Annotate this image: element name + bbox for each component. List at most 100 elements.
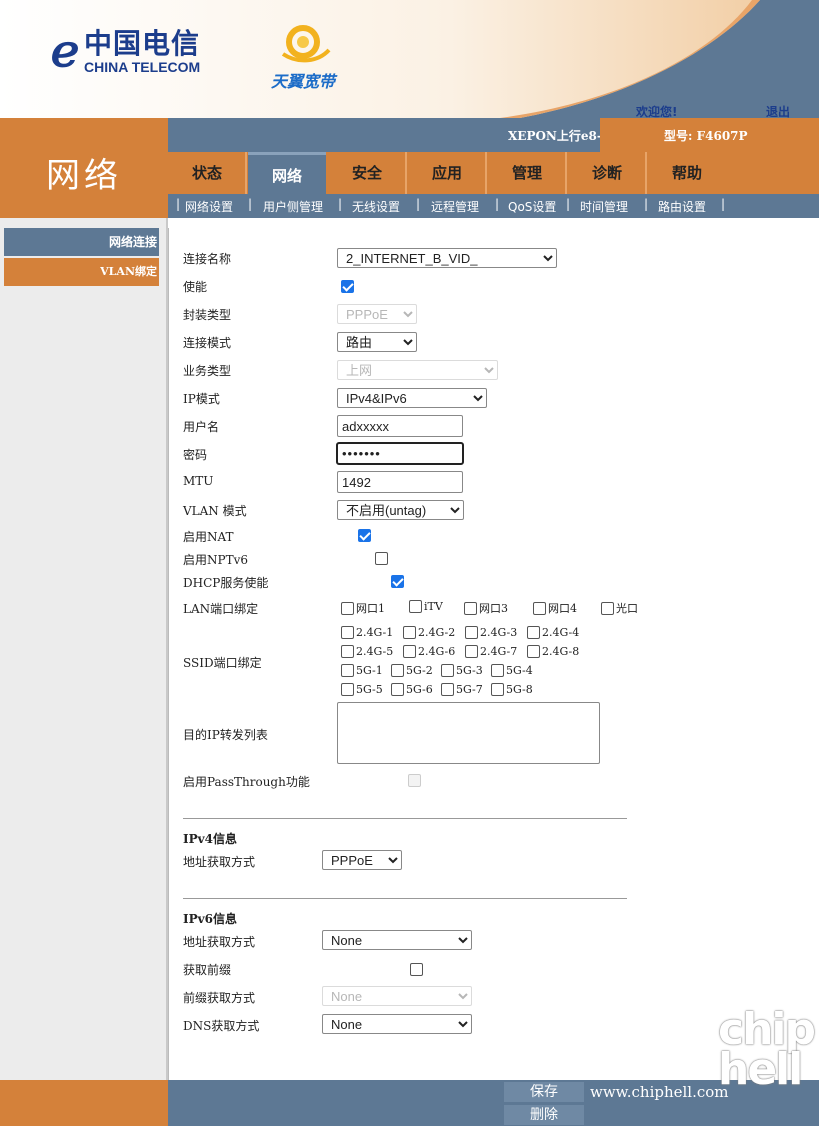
- passthrough-checkbox[interactable]: [408, 774, 422, 787]
- ssid-24-5[interactable]: 2.4G-5: [341, 645, 393, 658]
- ipv6-addr-select[interactable]: None: [322, 930, 472, 950]
- menu-vlan-binding[interactable]: VLAN绑定: [4, 258, 159, 286]
- password-input[interactable]: [336, 442, 464, 465]
- tab-label: 管理: [511, 164, 542, 182]
- ssid-5-6[interactable]: 5G-6: [391, 683, 433, 696]
- lan-port-1[interactable]: 网口1: [341, 600, 385, 616]
- ipmode-select[interactable]: IPv4&IPv6: [337, 388, 487, 408]
- lan-port-3[interactable]: 网口3: [464, 600, 508, 616]
- subnav-user-side[interactable]: 用户侧管理: [263, 198, 323, 215]
- nptv6-checkbox[interactable]: [374, 552, 388, 565]
- tab-security[interactable]: 安全: [328, 152, 407, 194]
- tab-diagnose[interactable]: 诊断: [568, 152, 647, 194]
- prefix-label: 获取前缀: [183, 963, 232, 977]
- ipv4-title: IPv4信息: [183, 832, 237, 846]
- section-divider: [183, 898, 627, 899]
- conn-mode-label: 连接模式: [183, 336, 232, 350]
- nptv6-label: 启用NPTv6: [183, 553, 248, 567]
- ssid-5-2[interactable]: 5G-2: [391, 664, 433, 677]
- delete-button[interactable]: 删除: [504, 1105, 584, 1125]
- ssid-5-3[interactable]: 5G-3: [441, 664, 483, 677]
- lan-port-label: 网口3: [479, 602, 508, 615]
- lan-bind-label: LAN端口绑定: [183, 602, 259, 616]
- sub-brand: 天翼宽带: [270, 72, 335, 91]
- encap-select[interactable]: PPPoE: [337, 304, 417, 324]
- tab-manage[interactable]: 管理: [488, 152, 567, 194]
- ssid-24-3[interactable]: 2.4G-3: [465, 626, 517, 639]
- subnav-time[interactable]: 时间管理: [580, 198, 628, 215]
- ssid-5-4[interactable]: 5G-4: [491, 664, 533, 677]
- subnav-wireless[interactable]: 无线设置: [352, 198, 400, 215]
- ssid-24-6[interactable]: 2.4G-6: [403, 645, 455, 658]
- subnav-routing[interactable]: 路由设置: [658, 198, 706, 215]
- tab-label: 状态: [191, 164, 222, 182]
- header: ℯ 中国电信 CHINA TELECOM 天翼宽带 欢迎您! 退出: [0, 0, 819, 118]
- ssid-24-8[interactable]: 2.4G-8: [527, 645, 579, 658]
- conn-name-select[interactable]: 2_INTERNET_B_VID_: [337, 248, 557, 268]
- tab-status[interactable]: 状态: [168, 152, 247, 194]
- brand-en: CHINA TELECOM: [84, 59, 201, 75]
- tab-apps[interactable]: 应用: [408, 152, 487, 194]
- dest-ip-textarea[interactable]: [337, 702, 600, 764]
- ssid-24-7[interactable]: 2.4G-7: [465, 645, 517, 658]
- ssid-24-2[interactable]: 2.4G-2: [403, 626, 455, 639]
- subnav-qos[interactable]: QoS设置: [508, 198, 556, 215]
- vlan-mode-select[interactable]: 不启用(untag): [337, 500, 464, 520]
- lan-port-optical[interactable]: 光口: [601, 600, 638, 616]
- dns-select[interactable]: None: [322, 1014, 472, 1034]
- tab-label: 帮助: [671, 164, 702, 182]
- tab-label: 诊断: [591, 164, 622, 182]
- ssid-label: 2.4G-5: [356, 645, 394, 658]
- dhcp-checkbox[interactable]: [391, 575, 405, 588]
- passthrough-label: 启用PassThrough功能: [183, 775, 310, 789]
- ssid-label: 2.4G-3: [480, 626, 518, 639]
- mtu-input[interactable]: [337, 471, 463, 493]
- menu-network-connection[interactable]: 网络连接: [4, 228, 159, 256]
- tab-label: 应用: [431, 164, 462, 182]
- prefix-checkbox[interactable]: [410, 963, 424, 976]
- subnav-network-settings[interactable]: 网络设置: [185, 198, 233, 215]
- subnav-remote[interactable]: 远程管理: [431, 198, 479, 215]
- model-text: 型号: F4607P: [664, 129, 748, 143]
- ssid-5-7[interactable]: 5G-7: [441, 683, 483, 696]
- ssid-5-5[interactable]: 5G-5: [341, 683, 383, 696]
- ipv6-title: IPv6信息: [183, 912, 237, 926]
- dhcp-label: DHCP服务使能: [183, 576, 269, 590]
- ssid-5-1[interactable]: 5G-1: [341, 664, 383, 677]
- tab-label: 安全: [351, 164, 382, 182]
- lan-port-4[interactable]: 网口4: [533, 600, 577, 616]
- ssid-24-1[interactable]: 2.4G-1: [341, 626, 393, 639]
- ssid-24-4[interactable]: 2.4G-4: [527, 626, 579, 639]
- ssid-5-8[interactable]: 5G-8: [491, 683, 533, 696]
- ipv4-addr-select[interactable]: PPPoE: [322, 850, 402, 870]
- ssid-label: 5G-1: [356, 664, 383, 677]
- lan-port-itv[interactable]: iTV: [409, 600, 443, 613]
- username-label: 用户名: [183, 420, 220, 434]
- china-telecom-logo: ℯ 中国电信 CHINA TELECOM: [50, 26, 201, 77]
- enable-checkbox[interactable]: [341, 280, 354, 293]
- ssid-label: 2.4G-1: [356, 626, 394, 639]
- sub-nav: | 网络设置 | 用户侧管理 | 无线设置 | 远程管理 | QoS设置 | 时…: [168, 194, 819, 218]
- conn-name-label: 连接名称: [183, 252, 232, 266]
- ipv4-addr-label: 地址获取方式: [183, 855, 256, 869]
- device-type: XEPON上行e8-C: [508, 129, 612, 143]
- telecom-e-icon: ℯ: [50, 26, 80, 77]
- nat-label: 启用NAT: [183, 530, 234, 544]
- lan-port-label: iTV: [424, 600, 443, 613]
- tab-network[interactable]: 网络: [248, 152, 326, 194]
- main-tabs: 状态 网络 安全 应用 管理 诊断 帮助: [168, 152, 819, 194]
- ssid-label: 2.4G-7: [480, 645, 518, 658]
- prefix-mode-select[interactable]: None: [322, 986, 472, 1006]
- save-button[interactable]: 保存: [504, 1082, 584, 1102]
- logout-link[interactable]: 退出: [766, 103, 790, 118]
- password-label: 密码: [183, 448, 208, 462]
- username-input[interactable]: [337, 415, 463, 437]
- tianyi-logo: 天翼宽带: [258, 22, 348, 92]
- service-select[interactable]: 上网: [337, 360, 498, 380]
- nat-checkbox[interactable]: [357, 529, 371, 542]
- conn-mode-select[interactable]: 路由: [337, 332, 417, 352]
- ssid-label: 5G-8: [506, 683, 533, 696]
- welcome-text: 欢迎您!: [636, 105, 678, 118]
- tab-help[interactable]: 帮助: [648, 152, 726, 194]
- status-strip: XEPON上行e8-C 型号: F4607P: [168, 118, 819, 152]
